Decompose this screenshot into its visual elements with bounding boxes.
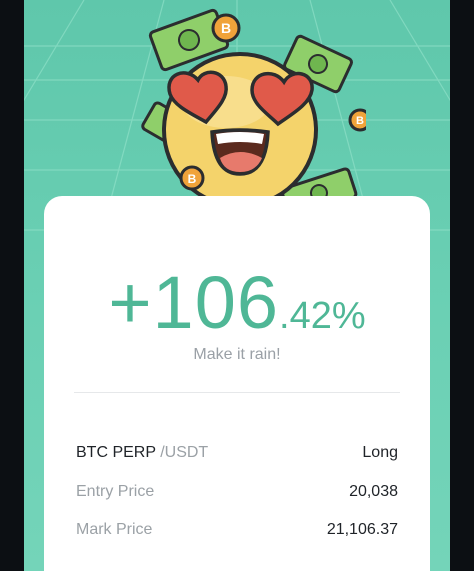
position-row: BTC PERP /USDT Long: [76, 441, 398, 465]
pnl-percentage: +106.42%: [44, 266, 430, 340]
pnl-integer: +106: [108, 261, 280, 344]
contract-quote: /USDT: [160, 444, 209, 461]
bitcoin-coin-icon: B: [348, 108, 366, 132]
bitcoin-coin-icon: B: [211, 13, 241, 43]
mark-price-row: Mark Price 21,106.37: [76, 518, 398, 542]
svg-text:B: B: [356, 115, 364, 127]
pnl-card: +106.42% Make it rain! BTC PERP /USDT Lo…: [44, 196, 430, 571]
entry-price-label: Entry Price: [76, 483, 155, 500]
mark-price-value: 21,106.37: [326, 521, 398, 538]
bitcoin-coin-icon: B: [179, 165, 205, 191]
share-card-screen: B B B +106.42% Make it rain! BTC PERP /U…: [24, 0, 450, 571]
svg-text:B: B: [188, 172, 197, 186]
contract-label: BTC PERP /USDT: [76, 441, 208, 465]
entry-price-value: 20,038: [349, 483, 398, 500]
mark-price-label: Mark Price: [76, 521, 153, 538]
pnl-tagline: Make it rain!: [193, 346, 281, 363]
pnl-decimal: .42%: [279, 295, 366, 337]
svg-text:B: B: [221, 20, 231, 36]
contract-pair: BTC PERP: [76, 444, 156, 461]
entry-price-row: Entry Price 20,038: [76, 480, 398, 504]
divider: [74, 392, 400, 393]
position-side: Long: [362, 444, 398, 461]
